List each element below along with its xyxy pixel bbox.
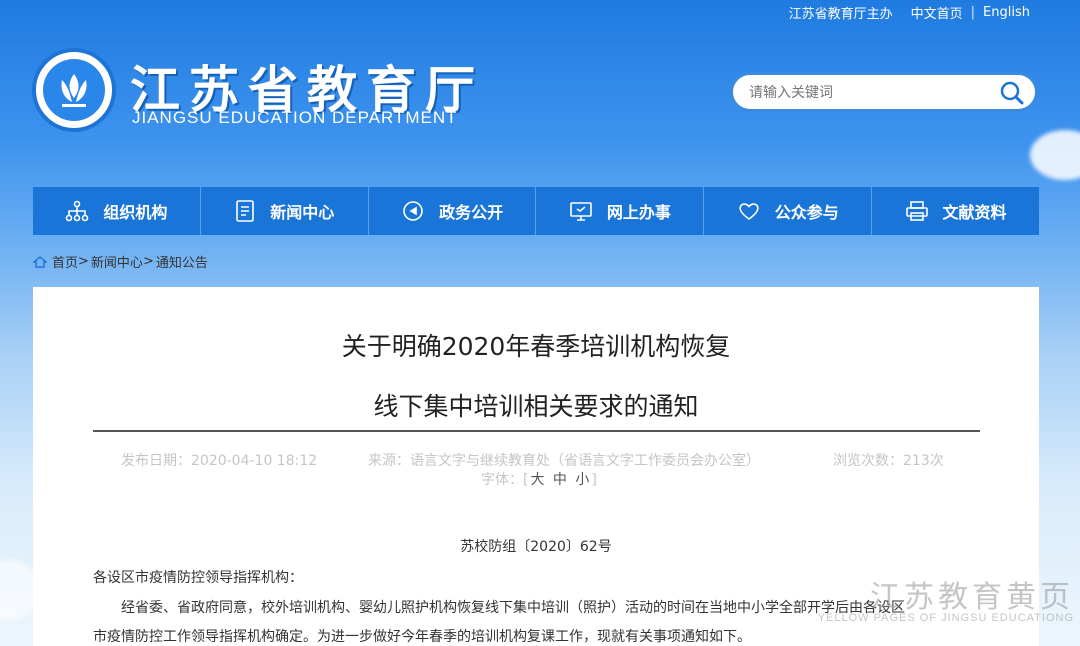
sponsor-text: 江苏省教育厅主办	[788, 6, 893, 22]
article-source: 来源：语言文字与继续教育处（省语言文字工作委员会办公室）	[368, 453, 760, 469]
addressee: 各设区市疫情防控领导指挥机构：	[93, 570, 303, 586]
top-links: 江苏省教育厅主办 中文首页 | English	[789, 2, 1030, 22]
breadcrumb-separator: >	[142, 254, 154, 269]
logo-emblem-icon[interactable]	[32, 48, 116, 132]
nav-item-news[interactable]: 新闻中心	[201, 187, 369, 235]
nav-label: 组织机构	[103, 203, 168, 222]
nav-item-organization[interactable]: 组织机构	[33, 187, 201, 235]
title-divider	[93, 430, 980, 432]
watermark: 江苏教育黄页 YELLOW PAGES OF JINGSU EDUCATIONG	[818, 572, 1074, 624]
search-input[interactable]	[749, 84, 989, 100]
watermark-cn: 江苏教育黄页	[870, 581, 1074, 614]
compass-icon	[403, 201, 423, 221]
font-small-link[interactable]: 小	[575, 472, 589, 488]
nav-label: 新闻中心	[270, 203, 335, 222]
breadcrumb-separator: >	[78, 254, 89, 269]
printer-icon	[905, 201, 928, 221]
nav-item-government[interactable]: 政务公开	[369, 187, 537, 235]
article-title-line2: 线下集中培训相关要求的通知	[373, 392, 699, 421]
publish-date: 发布日期：2020-04-10 18:12	[121, 453, 318, 469]
nav-item-literature[interactable]: 文献资料	[872, 187, 1039, 235]
nav-item-public-participation[interactable]: 公众参与	[704, 187, 873, 235]
org-chart-icon	[66, 200, 89, 222]
article-title-line1: 关于明确2020年春季培训机构恢复	[341, 332, 731, 361]
heart-icon	[739, 203, 759, 220]
site-subtitle: JIANGSU EDUCATION DEPARTMENT	[132, 108, 458, 127]
english-link[interactable]: English	[983, 5, 1030, 20]
breadcrumb: 首页 > 新闻中心 > 通知公告	[33, 252, 208, 271]
view-count: 浏览次数：213次	[833, 453, 944, 469]
font-large-link[interactable]: 大	[530, 472, 544, 488]
nav-label: 政务公开	[439, 203, 504, 222]
home-icon	[33, 255, 47, 268]
nav-label: 文献资料	[942, 203, 1007, 222]
document-number: 苏校防组〔2020〕62号	[460, 539, 612, 555]
breadcrumb-current[interactable]: 通知公告	[156, 252, 208, 271]
body-paragraph: 市疫情防控工作领导指挥机构确定。为进一步做好今年春季的培训机构复课工作，现就有关…	[93, 629, 751, 645]
main-nav: 组织机构 新闻中心 政务公开 网上办事 公众参与 文献资料	[33, 187, 1039, 235]
search-box	[730, 72, 1038, 112]
monitor-icon	[570, 202, 592, 221]
breadcrumb-home-link[interactable]: 首页	[52, 252, 78, 271]
chinese-home-link[interactable]: 中文首页	[911, 3, 963, 22]
font-medium-link[interactable]: 中	[553, 472, 567, 488]
watermark-en: YELLOW PAGES OF JINGSU EDUCATIONG	[817, 612, 1074, 624]
document-icon	[236, 200, 255, 222]
body-paragraph: 经省委、省政府同意，校外培训机构、婴幼儿照护机构恢复线下集中培训（照护）活动的时…	[121, 600, 905, 616]
cloud-decoration	[1030, 130, 1080, 180]
breadcrumb-news-link[interactable]: 新闻中心	[91, 252, 143, 271]
nav-item-online-service[interactable]: 网上办事	[536, 187, 705, 235]
search-icon[interactable]	[999, 80, 1025, 110]
nav-label: 公众参与	[774, 203, 839, 222]
font-size-selector: 字体：[大 中 小]	[481, 472, 597, 488]
separator: |	[970, 4, 976, 20]
font-size-label: 字体：	[481, 472, 523, 488]
nav-label: 网上办事	[606, 203, 671, 222]
